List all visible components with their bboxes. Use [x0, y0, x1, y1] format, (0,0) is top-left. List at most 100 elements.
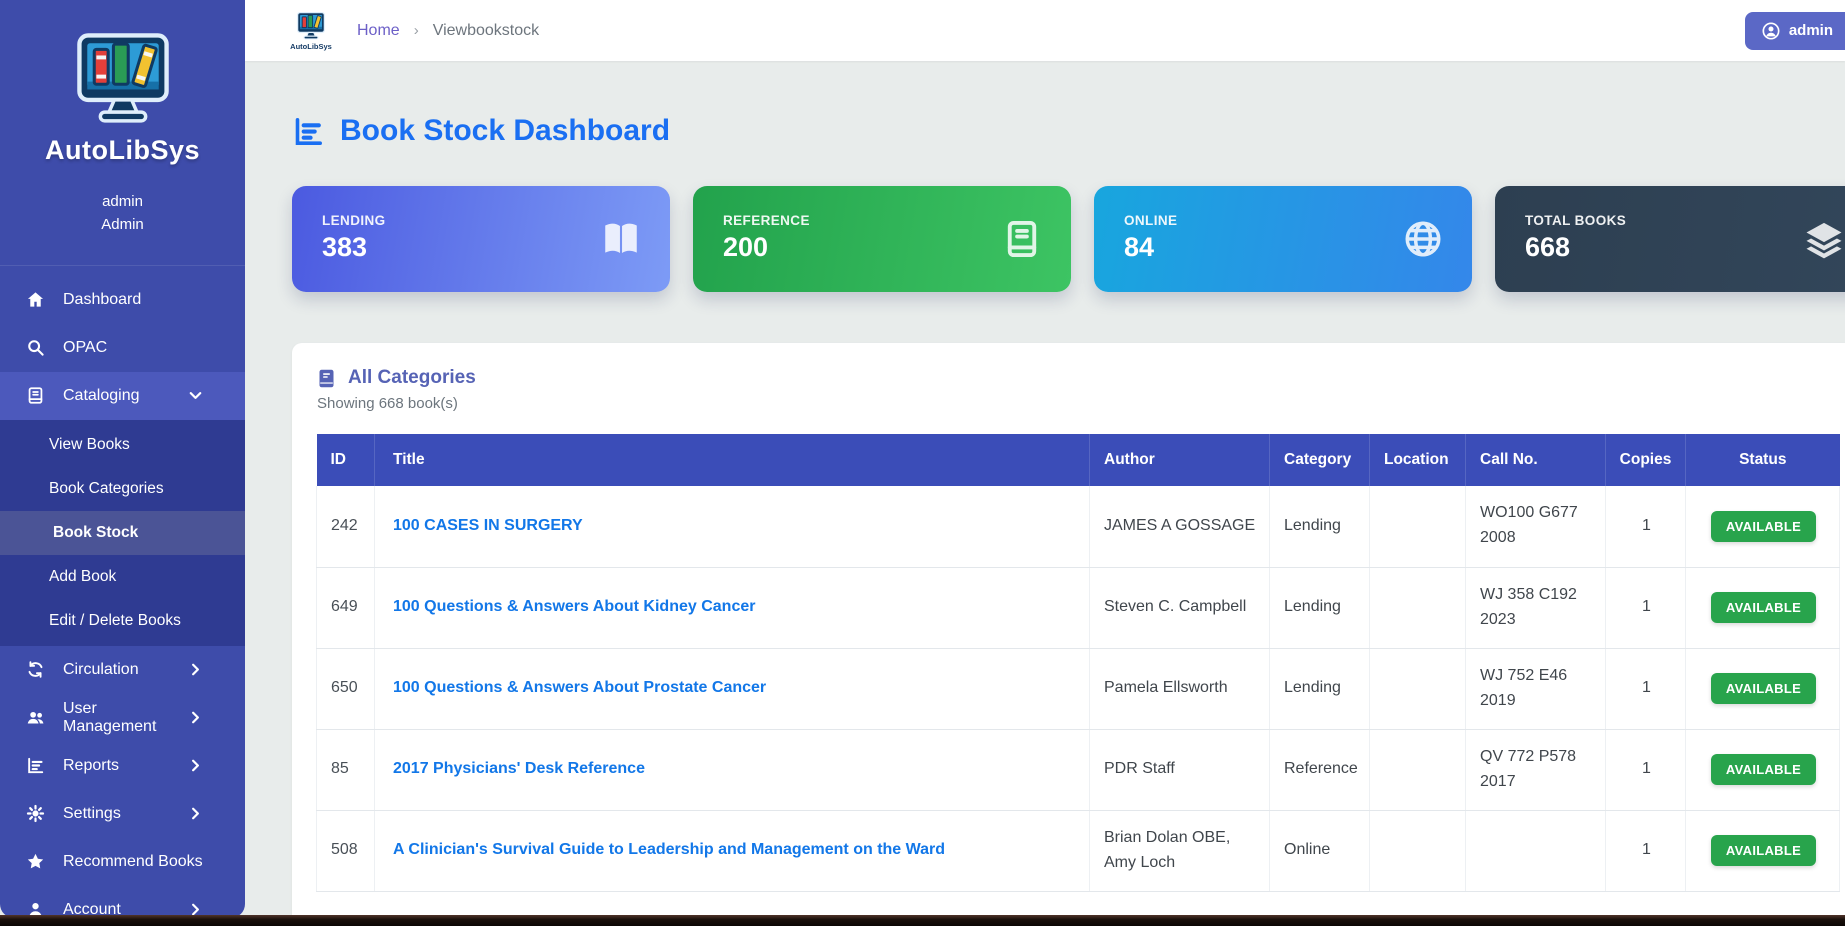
categories-subtitle: Showing 668 book(s) [317, 395, 1845, 412]
sidebar-item-opac[interactable]: OPAC [0, 324, 245, 372]
cell-category: Reference [1270, 729, 1370, 810]
cell-copies: 1 [1606, 567, 1686, 648]
sidebar-item-circulation[interactable]: Circulation [0, 646, 245, 694]
cell-copies: 1 [1606, 729, 1686, 810]
book-title-link[interactable]: 2017 Physicians' Desk Reference [393, 760, 645, 777]
star-icon [26, 852, 45, 871]
sidebar-item-user-management[interactable]: User Management [0, 694, 245, 742]
stat-label: TOTAL BOOKS [1525, 213, 1843, 228]
column-header-call-no: Call No. [1466, 434, 1606, 486]
gear-icon [26, 804, 45, 823]
stat-card-online: ONLINE84 [1094, 186, 1472, 292]
sidebar-item-dashboard[interactable]: Dashboard [0, 276, 245, 324]
cell-status: AVAILABLE [1686, 648, 1840, 729]
topbar-logo[interactable]: AutoLibSys [285, 11, 337, 51]
submenu-item-edit-delete-books[interactable]: Edit / Delete Books [0, 599, 245, 643]
cell-status: AVAILABLE [1686, 567, 1840, 648]
sidebar-item-cataloging[interactable]: Cataloging [0, 372, 245, 420]
sidebar-username: admin [0, 190, 245, 213]
book-title-link[interactable]: 100 Questions & Answers About Kidney Can… [393, 598, 755, 615]
submenu-item-view-books[interactable]: View Books [0, 423, 245, 467]
book-icon [26, 386, 45, 405]
ref-book-icon [1001, 218, 1043, 260]
cell-author: Steven C. Campbell [1090, 567, 1270, 648]
cell-call-no [1466, 810, 1606, 891]
cell-call-no: QV 772 P578 2017 [1466, 729, 1606, 810]
column-header-id: ID [317, 434, 375, 486]
cataloging-submenu: View BooksBook CategoriesBook StockAdd B… [0, 420, 245, 646]
column-header-category: Category [1270, 434, 1370, 486]
breadcrumb: Home › Viewbookstock [357, 22, 539, 40]
status-badge[interactable]: AVAILABLE [1711, 511, 1816, 542]
cell-title: 100 Questions & Answers About Kidney Can… [375, 567, 1090, 648]
sidebar-item-label: Circulation [63, 661, 139, 679]
app-root: AutoLibSys admin Admin DashboardOPACCata… [0, 0, 1845, 926]
sidebar-item-reports[interactable]: Reports [0, 742, 245, 790]
status-badge[interactable]: AVAILABLE [1711, 592, 1816, 623]
users-icon [26, 708, 45, 727]
chevron-right-icon [186, 804, 205, 823]
layers-icon [1803, 218, 1845, 260]
autolibsys-logo [0, 30, 245, 133]
column-header-location: Location [1370, 434, 1466, 486]
stat-card-reference: REFERENCE 200 [693, 186, 1071, 292]
status-badge[interactable]: AVAILABLE [1711, 754, 1816, 785]
user-circle-icon [1761, 21, 1781, 41]
status-badge[interactable]: AVAILABLE [1711, 673, 1816, 704]
sidebar: AutoLibSys admin Admin DashboardOPACCata… [0, 0, 245, 918]
cell-id: 650 [317, 648, 375, 729]
sidebar-item-label: User Management [63, 700, 186, 736]
table-row: 242100 CASES IN SURGERYJAMES A GOSSAGELe… [317, 486, 1840, 567]
chart-icon [26, 756, 45, 775]
stat-card-total-books: TOTAL BOOKS668 [1495, 186, 1845, 292]
dashboard-chart-icon [292, 115, 325, 148]
chevron-down-icon [186, 386, 205, 405]
cell-category: Online [1270, 810, 1370, 891]
breadcrumb-home-link[interactable]: Home [357, 22, 400, 40]
categories-title: All Categories [348, 367, 476, 389]
categories-card: All Categories Showing 668 book(s) IDTit… [292, 343, 1845, 922]
submenu-item-book-stock[interactable]: Book Stock [0, 511, 245, 555]
column-header-status: Status [1686, 434, 1840, 486]
table-row: 650 100 Questions & Answers About Prostat… [317, 648, 1840, 729]
breadcrumb-separator: › [414, 22, 419, 39]
open-book-icon [600, 218, 642, 260]
cell-location [1370, 648, 1466, 729]
cell-copies: 1 [1606, 648, 1686, 729]
stat-label: REFERENCE [723, 213, 1041, 228]
book-title-link[interactable]: 100 CASES IN SURGERY [393, 517, 583, 534]
stat-value: 383 [322, 232, 640, 263]
sidebar-menu: DashboardOPACCatalogingView BooksBook Ca… [0, 265, 245, 919]
book-title-link[interactable]: A Clinician's Survival Guide to Leadersh… [393, 841, 945, 858]
cell-author: JAMES A GOSSAGE [1090, 486, 1270, 567]
cell-id: 649 [317, 567, 375, 648]
stat-value: 200 [723, 232, 1041, 263]
cell-id: 242 [317, 486, 375, 567]
sidebar-item-recommend-books[interactable]: Recommend Books [0, 838, 245, 886]
cell-author: Brian Dolan OBE, Amy Loch [1090, 810, 1270, 891]
chevron-right-icon [186, 756, 205, 775]
table-row: 649 100 Questions & Answers About Kidney … [317, 567, 1840, 648]
cell-call-no: WO100 G677 2008 [1466, 486, 1606, 567]
sidebar-item-settings[interactable]: Settings [0, 790, 245, 838]
globe-icon [1402, 218, 1444, 260]
submenu-item-book-categories[interactable]: Book Categories [0, 467, 245, 511]
page-title: Book Stock Dashboard [340, 114, 670, 148]
cell-location [1370, 810, 1466, 891]
book-title-link[interactable]: 100 Questions & Answers About Prostate C… [393, 679, 766, 696]
topbar-brand-label: AutoLibSys [290, 42, 332, 51]
sidebar-item-account[interactable]: Account [0, 886, 245, 919]
stat-label: ONLINE [1124, 213, 1442, 228]
submenu-item-add-book[interactable]: Add Book [0, 555, 245, 599]
admin-user-button[interactable]: admin [1745, 12, 1845, 50]
cell-category: Lending [1270, 567, 1370, 648]
breadcrumb-current: Viewbookstock [433, 22, 539, 40]
cell-title: 100 CASES IN SURGERY [375, 486, 1090, 567]
categories-book-icon [316, 368, 337, 389]
cell-status: AVAILABLE [1686, 729, 1840, 810]
cell-status: AVAILABLE [1686, 810, 1840, 891]
status-badge[interactable]: AVAILABLE [1711, 835, 1816, 866]
sidebar-item-label: Recommend Books [63, 853, 203, 871]
stat-label: LENDING [322, 213, 640, 228]
sidebar-item-label: Settings [63, 805, 121, 823]
